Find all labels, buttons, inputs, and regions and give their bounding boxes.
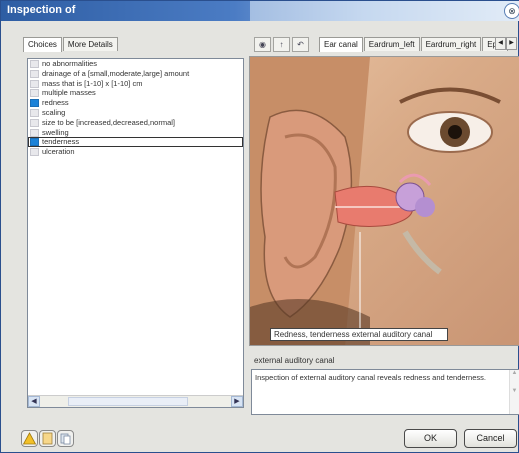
title-bar: Inspection of ⊗ bbox=[1, 1, 519, 21]
description-box[interactable]: Inspection of external auditory canal re… bbox=[251, 369, 519, 415]
anatomy-image[interactable] bbox=[249, 56, 519, 346]
notes-icon[interactable] bbox=[39, 430, 56, 447]
list-item[interactable]: redness bbox=[28, 98, 243, 108]
list-item[interactable]: multiple masses bbox=[28, 88, 243, 98]
tab-eardrum-left[interactable]: Eardrum_left bbox=[363, 37, 420, 51]
list-item[interactable]: tenderness bbox=[28, 137, 243, 148]
list-item-label: ulceration bbox=[42, 147, 75, 157]
checkbox[interactable] bbox=[30, 99, 39, 108]
list-item[interactable]: no abnormalities bbox=[28, 59, 243, 69]
close-icon[interactable]: ⊗ bbox=[504, 3, 519, 19]
image-caption: Redness, tenderness external auditory ca… bbox=[270, 328, 448, 341]
vertical-scrollbar[interactable]: ▲ ▼ bbox=[509, 370, 519, 414]
list-item-label: no abnormalities bbox=[42, 59, 98, 68]
list-item-label: tenderness bbox=[42, 137, 80, 147]
list-item[interactable]: size to be [increased,decreased,normal] bbox=[28, 118, 243, 128]
horizontal-scrollbar[interactable]: ◀ ▶ bbox=[28, 395, 243, 407]
tab-scroll-left-icon[interactable]: ◀ bbox=[495, 37, 506, 50]
tab-scroll-right-icon[interactable]: ▶ bbox=[506, 37, 517, 50]
checkbox[interactable] bbox=[30, 148, 39, 157]
window-title: Inspection of bbox=[7, 4, 76, 16]
left-tab-strip: Choices More Details bbox=[23, 37, 119, 52]
bottom-toolbar bbox=[21, 430, 75, 447]
checkbox[interactable] bbox=[30, 108, 39, 117]
tab-choices[interactable]: Choices bbox=[23, 37, 62, 52]
tab-eardrum-right[interactable]: Eardrum_right bbox=[420, 37, 482, 51]
list-item[interactable]: ulceration bbox=[28, 147, 243, 157]
tab-more-details[interactable]: More Details bbox=[62, 37, 118, 51]
ear-anatomy-illustration bbox=[250, 57, 501, 345]
list-item-label: swelling bbox=[42, 127, 69, 137]
checkbox[interactable] bbox=[30, 79, 39, 88]
checkbox[interactable] bbox=[30, 128, 39, 137]
scroll-left-icon[interactable]: ◀ bbox=[28, 396, 40, 407]
title-bar-decoration bbox=[250, 1, 519, 21]
checkbox[interactable] bbox=[30, 118, 39, 127]
image-toolbar: ◉ ↑ ↶ bbox=[254, 37, 311, 52]
list-item-label: mass that is [1-10] x [1-10] cm bbox=[42, 78, 143, 88]
tab-ear-canal[interactable]: Ear canal bbox=[319, 37, 363, 52]
checkbox[interactable] bbox=[30, 138, 39, 147]
checkbox[interactable] bbox=[30, 60, 39, 68]
globe-icon[interactable]: ◉ bbox=[254, 37, 271, 52]
copy-icon[interactable] bbox=[57, 430, 74, 447]
back-icon[interactable]: ↶ bbox=[292, 37, 309, 52]
list-item[interactable]: scaling bbox=[28, 108, 243, 118]
list-item-label: drainage of a [small,moderate,large] amo… bbox=[42, 68, 190, 78]
cancel-button[interactable]: Cancel bbox=[464, 429, 517, 448]
structure-label: external auditory canal bbox=[254, 356, 335, 365]
dialog-window: Inspection of ⊗ Choices More Details no … bbox=[0, 0, 519, 453]
list-item-label: redness bbox=[42, 98, 69, 108]
list-item[interactable]: mass that is [1-10] x [1-10] cm bbox=[28, 79, 243, 89]
image-tab-strip: Ear canal Eardrum_left Eardrum_right Epi… bbox=[319, 37, 509, 52]
description-text: Inspection of external auditory canal re… bbox=[255, 373, 486, 382]
list-item-label: scaling bbox=[42, 107, 66, 117]
arrow-up-icon[interactable]: ↑ bbox=[273, 37, 290, 52]
warning-icon[interactable] bbox=[21, 430, 38, 447]
list-item[interactable]: drainage of a [small,moderate,large] amo… bbox=[28, 69, 243, 79]
choices-list: no abnormalities drainage of a [small,mod… bbox=[27, 58, 244, 408]
checkbox[interactable] bbox=[30, 89, 39, 98]
list-item-label: size to be [increased,decreased,normal] bbox=[42, 117, 175, 127]
scroll-thumb[interactable] bbox=[68, 397, 188, 406]
list-item[interactable]: swelling bbox=[28, 128, 243, 138]
ok-button[interactable]: OK bbox=[404, 429, 457, 448]
checkbox[interactable] bbox=[30, 69, 39, 78]
list-item-label: multiple masses bbox=[42, 88, 96, 98]
tab-scroll-buttons: ◀ ▶ bbox=[495, 37, 517, 50]
scroll-right-icon[interactable]: ▶ bbox=[231, 396, 243, 407]
